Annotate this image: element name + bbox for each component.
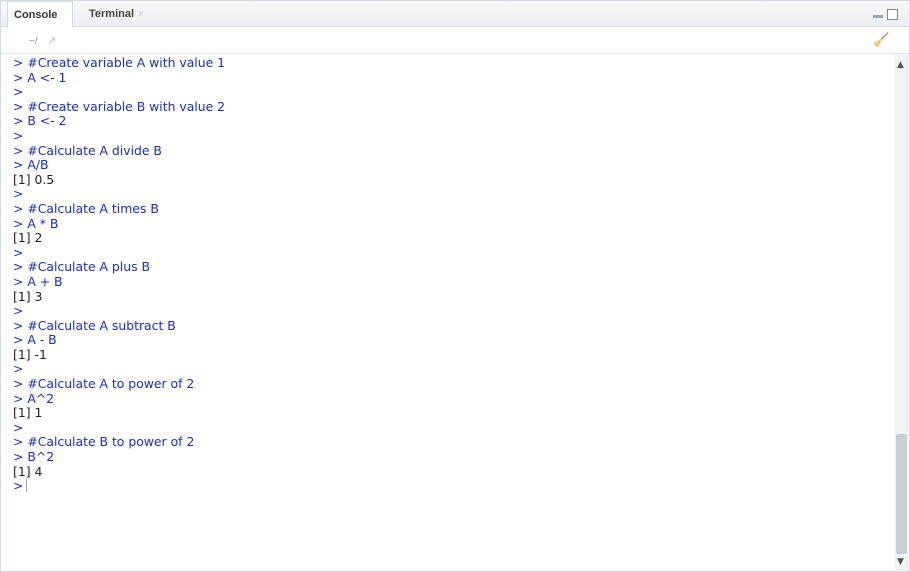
console-input-line: > #Calculate A plus B	[13, 259, 150, 275]
maximize-icon[interactable]	[887, 9, 898, 20]
tab-terminal-label: Terminal	[89, 8, 135, 20]
clear-console-icon[interactable]: 🧹	[873, 33, 889, 48]
console-output-line: [1] -1	[13, 346, 47, 362]
tab-console-label: Console	[14, 9, 58, 21]
path-bar: ~/ ↗ 🧹	[1, 28, 909, 54]
console-input-line: >	[13, 127, 24, 143]
console-input-line: > #Calculate A to power of 2	[13, 376, 195, 392]
console-output-line: [1] 1	[13, 405, 43, 421]
text-cursor	[26, 479, 28, 493]
console-input-line: > #Create variable B with value 2	[13, 98, 226, 114]
console-input-line: > #Calculate A subtract B	[13, 317, 176, 333]
console-input-line: > A * B	[13, 215, 59, 231]
console-input-line: > #Calculate A divide B	[13, 142, 162, 158]
console-input-line: > A - B	[13, 332, 57, 348]
console-input-line: > A^2	[13, 390, 55, 406]
console-input-line: > #Calculate B to power of 2	[13, 434, 195, 450]
working-directory: ~/	[29, 36, 38, 47]
console-pane: Console Terminal × ~/ ↗ 🧹 > #Create vari…	[0, 0, 910, 572]
console-input-line: > B <- 2	[13, 113, 67, 129]
console-output-line: [1] 4	[13, 463, 43, 479]
console-input-line: >	[13, 84, 24, 100]
console-output-line: [1] 3	[13, 288, 43, 304]
tab-console[interactable]: Console	[7, 1, 73, 28]
console-input-line: >	[13, 419, 24, 435]
console-prompt[interactable]: >	[13, 478, 893, 494]
console-input-line: > B^2	[13, 449, 55, 465]
minimize-icon[interactable]	[873, 9, 884, 20]
console-input-line: >	[13, 361, 24, 377]
console-input-line: > A <- 1	[13, 69, 67, 85]
console-output-line: [1] 0.5	[13, 171, 55, 187]
console-output-line: [1] 2	[13, 230, 43, 246]
vertical-scrollbar[interactable]: ▲ ▼	[894, 54, 909, 571]
console-input-line: >	[13, 303, 24, 319]
scroll-down-icon[interactable]: ▼	[897, 557, 904, 567]
console-input-line: > A + B	[13, 273, 63, 289]
tab-terminal[interactable]: Terminal ×	[83, 1, 169, 27]
prompt-symbol: >	[13, 478, 24, 494]
close-icon[interactable]: ×	[138, 9, 144, 20]
console-input-line: > #Calculate A times B	[13, 200, 159, 216]
console-input-line: > #Create variable A with value 1	[13, 56, 226, 70]
console-input-line: >	[13, 186, 24, 202]
console-input-line: > A/B	[13, 157, 49, 173]
console-output[interactable]: > #Create variable A with value 1 > A <- …	[13, 56, 893, 566]
scrollbar-thumb[interactable]	[896, 434, 907, 554]
scroll-up-icon[interactable]: ▲	[897, 60, 904, 70]
go-to-directory-icon[interactable]: ↗	[47, 34, 56, 47]
console-input-line: >	[13, 244, 24, 260]
tab-bar: Console Terminal ×	[1, 1, 909, 28]
